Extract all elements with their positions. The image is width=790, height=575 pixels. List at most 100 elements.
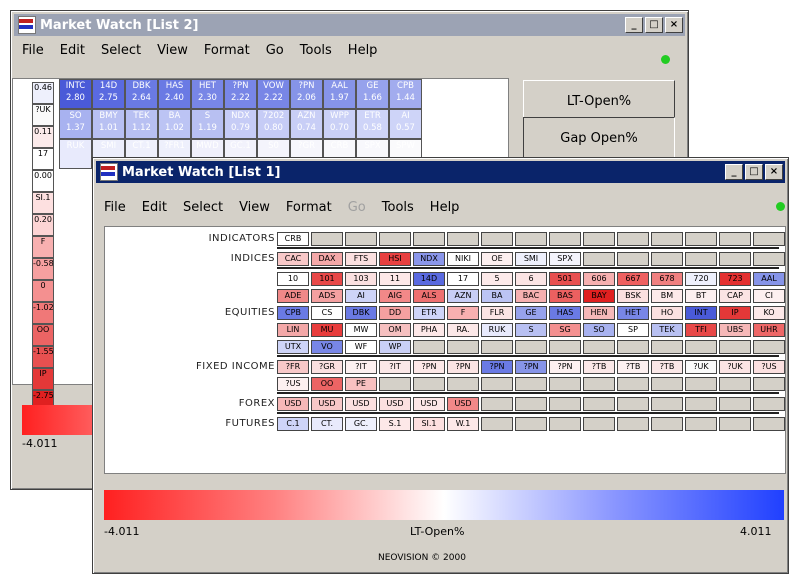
heat-cell[interactable]: 678 (651, 272, 683, 286)
heat-cell[interactable]: PE (345, 377, 377, 391)
heat-cell[interactable]: LIN (277, 323, 309, 337)
l2-heat-cell[interactable]: WPP 0.70 (323, 109, 356, 139)
heat-cell[interactable]: ?TB (651, 360, 683, 374)
heat-cell[interactable]: GE (515, 306, 547, 320)
heat-cell[interactable]: UTX (277, 340, 309, 354)
heat-cell[interactable]: ?UK (685, 360, 717, 374)
minimize-button[interactable]: _ (725, 164, 743, 180)
heat-cell[interactable]: ?TB (583, 360, 615, 374)
heat-cell[interactable]: S (515, 323, 547, 337)
heat-cell[interactable]: ADE (277, 289, 309, 303)
heat-cell[interactable]: MU (311, 323, 343, 337)
heat-cell[interactable]: GC. (345, 417, 377, 431)
heat-cell[interactable]: CT. (311, 417, 343, 431)
l2-heat-cell[interactable]: TEK 1.12 (125, 109, 158, 139)
menu-help[interactable]: Help (340, 43, 386, 58)
heat-cell[interactable]: CI (753, 289, 785, 303)
l2-heat-cell[interactable]: AI 0.57 (389, 109, 422, 139)
heat-cell[interactable]: HEN (583, 306, 615, 320)
l2-left-cell[interactable]: 0.46 (32, 82, 54, 104)
menu-tools[interactable]: Tools (292, 43, 340, 58)
heat-cell[interactable]: KO (753, 306, 785, 320)
heat-cell[interactable]: ?PN (413, 360, 445, 374)
heat-cell[interactable]: UBS (719, 323, 751, 337)
heat-cell[interactable]: 606 (583, 272, 615, 286)
l2-heat-cell[interactable]: HET 2.30 (191, 79, 224, 109)
heat-cell[interactable]: SO (583, 323, 615, 337)
heat-cell[interactable]: BSK (617, 289, 649, 303)
heat-cell[interactable]: CRB (277, 232, 309, 246)
heat-cell[interactable]: 720 (685, 272, 717, 286)
heat-cell[interactable]: USD (447, 397, 479, 411)
heat-cell[interactable]: ALS (413, 289, 445, 303)
l2-heat-cell[interactable]: VOW 2.22 (257, 79, 290, 109)
l2-heat-cell[interactable]: AZN 0.74 (290, 109, 323, 139)
heat-cell[interactable]: FLR (481, 306, 513, 320)
heat-cell[interactable]: DD (379, 306, 411, 320)
menu-format[interactable]: Format (278, 200, 340, 215)
heat-cell[interactable]: USD (345, 397, 377, 411)
heat-cell[interactable]: IP (719, 306, 751, 320)
heat-cell[interactable]: S.1 (379, 417, 411, 431)
heat-cell[interactable]: HET (617, 306, 649, 320)
heat-cell[interactable]: BAY (583, 289, 615, 303)
l2-heat-cell[interactable]: RUK (59, 139, 92, 169)
menu-format[interactable]: Format (196, 43, 258, 58)
l2-left-cell[interactable]: 0.20 (32, 214, 54, 236)
heat-cell[interactable]: SG (549, 323, 581, 337)
heat-cell[interactable]: TFI (685, 323, 717, 337)
minimize-button[interactable]: _ (625, 17, 643, 33)
list1-titlebar[interactable]: Market Watch [List 1] _ □ × (96, 161, 785, 183)
heat-cell[interactable]: 17 (447, 272, 479, 286)
heat-cell[interactable]: VO (311, 340, 343, 354)
heat-cell[interactable]: DAX (311, 252, 343, 266)
l2-left-cell[interactable]: 0.00 (32, 170, 54, 192)
heat-cell[interactable]: ADS (311, 289, 343, 303)
heat-cell[interactable]: USD (311, 397, 343, 411)
heat-cell[interactable]: CS (311, 306, 343, 320)
heat-cell[interactable]: OM (379, 323, 411, 337)
lt-open-button[interactable]: LT-Open% (523, 80, 675, 122)
heat-cell[interactable]: AIG (379, 289, 411, 303)
heat-cell[interactable]: FTS (345, 252, 377, 266)
heat-cell[interactable]: ?PN (549, 360, 581, 374)
heat-cell[interactable]: WF (345, 340, 377, 354)
l2-heat-cell[interactable]: AAL 1.97 (323, 79, 356, 109)
heat-cell[interactable]: 5 (481, 272, 513, 286)
heat-cell[interactable]: SMI (515, 252, 547, 266)
l2-left-cell[interactable]: -1.02 (32, 302, 54, 324)
l2-heat-cell[interactable]: ETR 0.58 (356, 109, 389, 139)
menu-edit[interactable]: Edit (134, 200, 175, 215)
menu-view[interactable]: View (231, 200, 278, 215)
l2-heat-cell[interactable]: DBK 2.64 (125, 79, 158, 109)
heat-cell[interactable]: USD (413, 397, 445, 411)
heat-cell[interactable]: 101 (311, 272, 343, 286)
heat-cell[interactable]: C.1 (277, 417, 309, 431)
l2-heat-cell[interactable]: BMY 1.01 (92, 109, 125, 139)
heat-cell[interactable]: ?US (753, 360, 785, 374)
heat-cell[interactable]: AI (345, 289, 377, 303)
heat-cell[interactable]: DBK (345, 306, 377, 320)
heat-cell[interactable]: ?IT (379, 360, 411, 374)
l2-left-cell[interactable]: SI.1 (32, 192, 54, 214)
heat-cell[interactable]: ?US (277, 377, 309, 391)
l2-heat-cell[interactable]: HAS 2.40 (158, 79, 191, 109)
heat-cell[interactable]: AZN (447, 289, 479, 303)
l2-heat-cell[interactable]: GE 1.66 (356, 79, 389, 109)
heat-cell[interactable]: HAS (549, 306, 581, 320)
heat-cell[interactable]: OO (311, 377, 343, 391)
heat-cell[interactable]: ?FR (277, 360, 309, 374)
heat-cell[interactable]: OE (481, 252, 513, 266)
heat-cell[interactable]: CAC (277, 252, 309, 266)
l2-heat-cell[interactable]: 14D 2.75 (92, 79, 125, 109)
heat-cell[interactable]: SPX (549, 252, 581, 266)
l2-heat-cell[interactable]: ?PN 2.22 (224, 79, 257, 109)
heat-cell[interactable]: RUK (481, 323, 513, 337)
menu-file[interactable]: File (14, 43, 52, 58)
l2-left-cell[interactable]: 0.11 (32, 126, 54, 148)
l2-left-cell[interactable]: 0 (32, 280, 54, 302)
heat-cell[interactable]: UHR (753, 323, 785, 337)
heat-cell[interactable]: BA (481, 289, 513, 303)
l2-heat-cell[interactable]: INTC 2.80 (59, 79, 92, 109)
l2-left-cell[interactable]: IP (32, 368, 54, 390)
